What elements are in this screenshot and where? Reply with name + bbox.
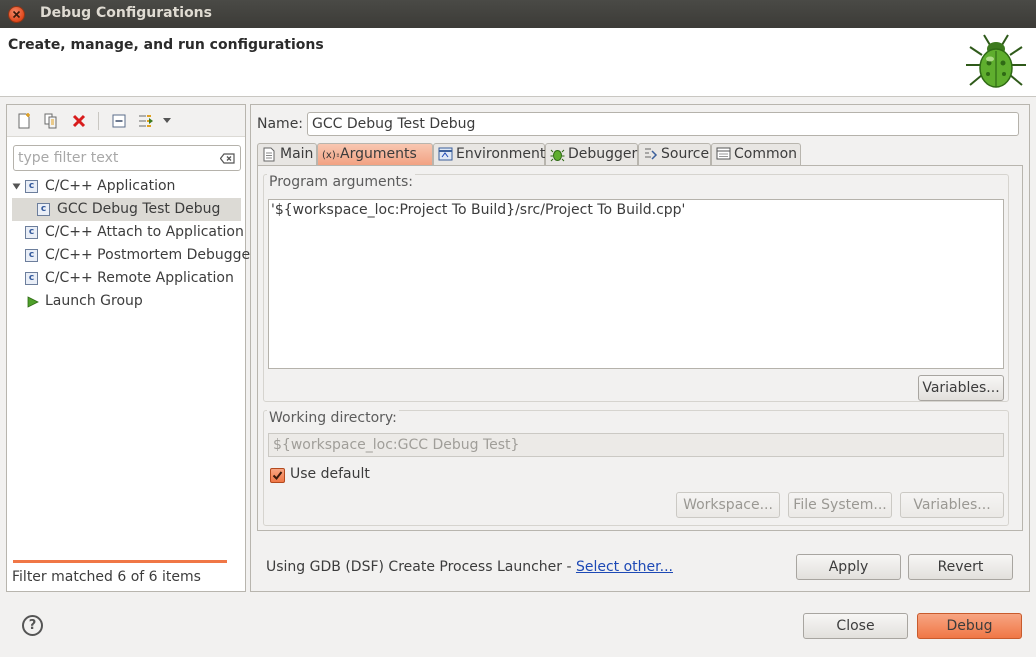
config-name-input[interactable] [307, 112, 1019, 136]
main-tab-icon [263, 147, 275, 162]
filter-status-text: Filter matched 6 of 6 items [12, 569, 201, 585]
config-tabs: Main (x)= Arguments Environment Debugger… [257, 143, 1023, 165]
title-bar: Debug Configurations [0, 0, 1036, 28]
tab-main[interactable]: Main [257, 143, 317, 165]
cpp-config-icon: c [25, 226, 38, 239]
launcher-text: Using GDB (DSF) Create Process Launcher … [266, 559, 576, 575]
chevron-down-icon[interactable] [162, 115, 172, 125]
filter-icon[interactable] [137, 112, 155, 130]
close-icon [12, 10, 21, 19]
tree-item-cpp-postmortem[interactable]: c C/C++ Postmortem Debugger [7, 244, 256, 267]
new-config-icon[interactable] [15, 112, 33, 130]
window-close-button[interactable] [8, 6, 25, 23]
tree-item-label: C/C++ Remote Application [45, 270, 234, 286]
banner-title: Create, manage, and run configurations [8, 37, 324, 53]
checkmark-icon [272, 471, 283, 481]
program-arguments-textarea[interactable]: '${workspace_loc:Project To Build}/src/P… [268, 199, 1004, 369]
cpp-config-icon: c [25, 272, 38, 285]
arguments-tab-icon: (x)= [322, 150, 339, 161]
expand-arrow-icon[interactable] [12, 182, 21, 191]
debug-button[interactable]: Debug [917, 613, 1022, 639]
close-button[interactable]: Close [803, 613, 908, 639]
bug-icon [966, 34, 1026, 88]
workspace-button[interactable]: Workspace... [676, 492, 780, 518]
tree-item-label: C/C++ Application [45, 178, 176, 194]
tab-common[interactable]: Common [711, 143, 801, 165]
tab-label: Arguments [340, 146, 417, 162]
arguments-tab-content: Program arguments: '${workspace_loc:Proj… [257, 165, 1023, 531]
common-tab-icon [716, 147, 731, 160]
filter-progress-bar [13, 560, 227, 563]
cpp-config-icon: c [37, 203, 50, 216]
tab-label: Source [661, 146, 710, 162]
tree-item-label: GCC Debug Test Debug [57, 201, 221, 217]
environment-tab-icon [438, 147, 453, 161]
filter-input[interactable] [18, 149, 214, 167]
cpp-config-icon: c [25, 180, 38, 193]
program-arguments-label: Program arguments: [267, 174, 415, 190]
working-directory-group: Working directory: Use default Workspace… [263, 410, 1009, 526]
variables-workdir-button[interactable]: Variables... [900, 492, 1004, 518]
launcher-info: Using GDB (DSF) Create Process Launcher … [266, 559, 673, 575]
revert-button[interactable]: Revert [908, 554, 1013, 580]
program-arguments-group: Program arguments: '${workspace_loc:Proj… [263, 174, 1009, 402]
tab-label: Main [280, 146, 314, 162]
debugger-tab-icon [550, 149, 565, 162]
tree-item-label: Launch Group [45, 293, 143, 309]
working-directory-input[interactable] [268, 433, 1004, 457]
tree-item-launch-group[interactable]: Launch Group [7, 290, 245, 313]
name-label: Name: [257, 116, 304, 132]
filter-field[interactable] [13, 145, 241, 171]
tab-environment[interactable]: Environment [433, 143, 545, 165]
file-system-button[interactable]: File System... [788, 492, 892, 518]
window-title: Debug Configurations [40, 5, 212, 21]
tab-label: Common [734, 146, 798, 162]
tab-debugger[interactable]: Debugger [545, 143, 638, 165]
header-banner: Create, manage, and run configurations [0, 28, 1036, 97]
tab-source[interactable]: Source [638, 143, 711, 165]
help-icon[interactable]: ? [22, 615, 43, 636]
tab-arguments[interactable]: (x)= Arguments [317, 143, 433, 165]
config-toolbar [7, 105, 245, 137]
cpp-config-icon: c [25, 249, 38, 262]
variables-button[interactable]: Variables... [918, 375, 1004, 401]
configuration-editor: Name: Main (x)= Arguments Environment De… [250, 104, 1030, 592]
launch-group-icon [27, 296, 39, 308]
use-default-checkbox[interactable] [270, 468, 285, 483]
tree-item-label: C/C++ Postmortem Debugger [45, 247, 256, 263]
tab-label: Environment [456, 146, 546, 162]
use-default-label: Use default [290, 466, 370, 482]
apply-button[interactable]: Apply [796, 554, 901, 580]
tree-item-label: C/C++ Attach to Application [45, 224, 244, 240]
collapse-all-icon[interactable] [110, 112, 128, 130]
toolbar-separator [98, 112, 99, 130]
duplicate-icon[interactable] [42, 112, 60, 130]
clear-filter-icon[interactable] [220, 153, 235, 164]
svg-text:(x)=: (x)= [322, 150, 339, 161]
tree-item-cpp-attach[interactable]: c C/C++ Attach to Application [7, 221, 245, 244]
tree-item-cpp-remote[interactable]: c C/C++ Remote Application [7, 267, 245, 290]
delete-icon[interactable] [70, 112, 88, 130]
source-tab-icon [645, 148, 658, 160]
configuration-list-panel: c C/C++ Application c GCC Debug Test Deb… [6, 104, 256, 592]
tree-item-cpp-application[interactable]: c C/C++ Application [7, 175, 245, 198]
select-other-link[interactable]: Select other... [576, 559, 673, 575]
tree-item-gcc-debug-test-debug[interactable]: c GCC Debug Test Debug [12, 198, 241, 221]
working-directory-label: Working directory: [267, 410, 399, 426]
tab-label: Debugger [568, 146, 638, 162]
